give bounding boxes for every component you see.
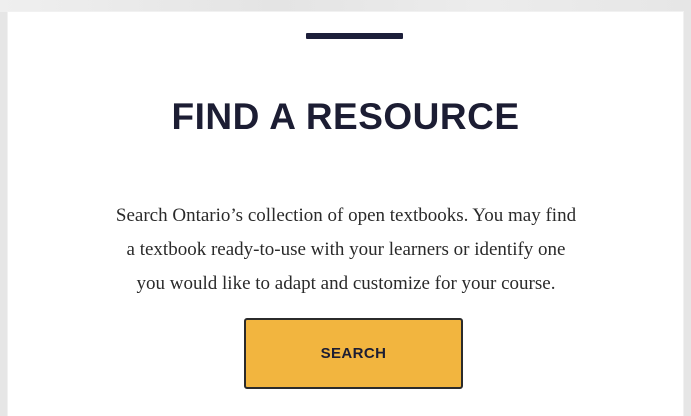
description-line-1: Search Ontario’s collection of open text…	[115, 205, 577, 226]
description-line-3: you would like to adapt and customize fo…	[136, 273, 556, 294]
description-line-2: a textbook ready-to-use with your learne…	[126, 239, 566, 260]
find-resource-card: FIND A RESOURCE Search Ontario’s collect…	[8, 12, 683, 416]
page-background-strip	[0, 0, 691, 12]
decorative-accent-bar	[306, 33, 403, 39]
section-heading: FIND A RESOURCE	[171, 96, 520, 137]
search-button[interactable]: SEARCH	[244, 318, 463, 389]
section-description: Search Ontario’s collection of open text…	[36, 199, 656, 301]
